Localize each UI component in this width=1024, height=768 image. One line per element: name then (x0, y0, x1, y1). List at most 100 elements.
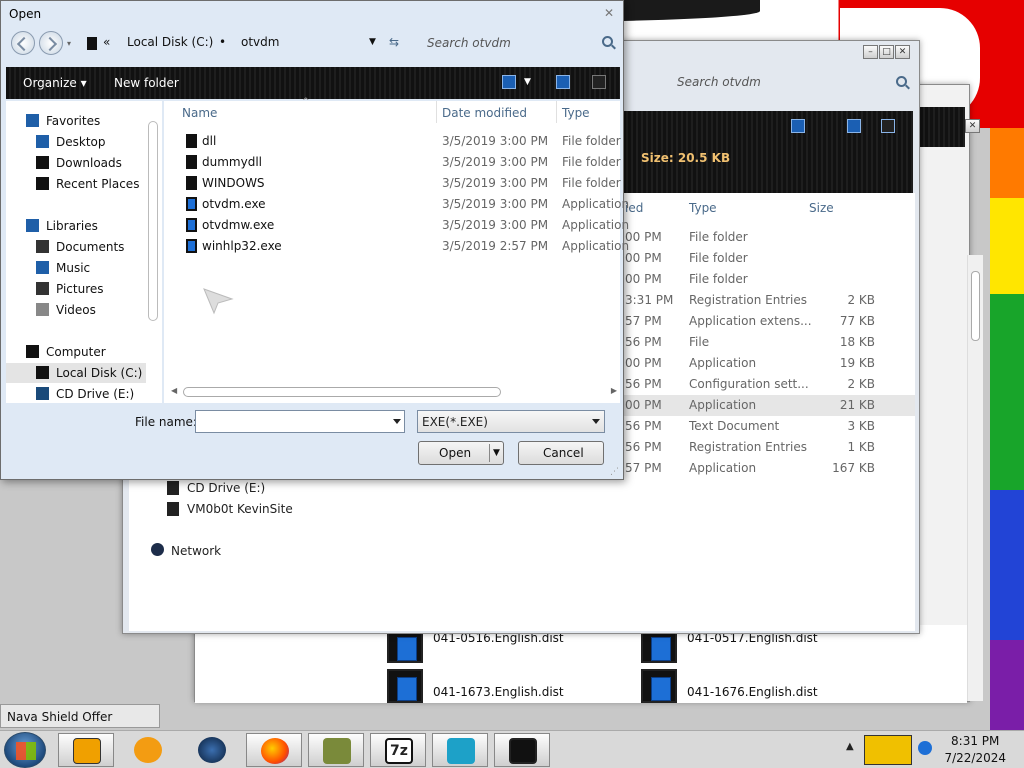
change-view-icon[interactable] (502, 75, 516, 89)
address-bar[interactable]: « Local Disk (C:) • otvdm ▼ ⇆ (81, 31, 411, 55)
close-button[interactable]: ✕ (895, 45, 910, 59)
file-type-dropdown-icon[interactable] (592, 419, 600, 424)
start-button[interactable] (4, 732, 46, 768)
large-icons-area: 041-0516.English.dist 041-0517.English.d… (195, 625, 967, 703)
nav-item-downloads[interactable]: Downloads (6, 153, 146, 173)
nav-item-network[interactable]: Network (171, 544, 221, 558)
dist-item-label[interactable]: 041-1676.English.dist (687, 685, 818, 699)
view-icon[interactable] (791, 119, 805, 133)
horizontal-scrollbar[interactable]: ◀ ▶ (171, 385, 617, 399)
file-name-dropdown-icon[interactable] (393, 419, 401, 424)
dist-file-icon[interactable] (641, 629, 677, 663)
new-folder-button[interactable]: New folder (114, 76, 179, 90)
address-root-chevron[interactable]: « (103, 35, 110, 49)
column-divider[interactable] (436, 101, 437, 123)
scroll-right-icon[interactable]: ▶ (611, 386, 617, 395)
media-player-icon (134, 737, 162, 763)
maximize-button[interactable]: □ (879, 45, 894, 59)
taskbar-otvdm[interactable] (494, 733, 550, 767)
network-tray-icon[interactable] (918, 741, 932, 755)
help-icon[interactable] (592, 75, 606, 89)
organize-button[interactable]: Organize ▾ (23, 76, 87, 90)
application-icon (186, 239, 197, 253)
help-icon[interactable] (881, 119, 895, 133)
taskbar-nava[interactable] (432, 733, 488, 767)
dist-file-icon[interactable] (387, 669, 423, 703)
preview-pane-icon[interactable] (556, 75, 570, 89)
column-date[interactable]: Date modified (442, 106, 527, 120)
file-row[interactable]: dll 3/5/2019 3:00 PM File folder (164, 131, 621, 152)
nav-item-desktop[interactable]: Desktop (6, 132, 146, 152)
column-type[interactable]: Type (689, 201, 717, 215)
column-size[interactable]: Size (809, 201, 834, 215)
back-button[interactable] (11, 31, 35, 55)
minimize-button[interactable]: – (863, 45, 878, 59)
file-row[interactable]: WINDOWS 3/5/2019 3:00 PM File folder (164, 173, 621, 194)
nav-scrollbar[interactable] (147, 113, 159, 323)
nav-item-libraries[interactable]: Libraries (6, 216, 146, 236)
file-row[interactable]: winhlp32.exe 3/5/2019 2:57 PM Application (164, 236, 629, 257)
tray-overflow-icon[interactable]: ▲ (846, 741, 854, 752)
file-row[interactable]: otvdmw.exe 3/5/2019 3:00 PM Application (164, 215, 629, 236)
nav-item-cd-drive[interactable]: CD Drive (E:) (187, 481, 265, 495)
taskbar-tooltip: Nava Shield Offer (0, 704, 160, 728)
file-row[interactable]: dummydll 3/5/2019 3:00 PM File folder (164, 152, 621, 173)
open-button[interactable]: Open ▼ (418, 441, 504, 465)
history-chevron-icon[interactable]: ▾ (67, 39, 71, 48)
search-icon[interactable] (896, 76, 907, 87)
taskbar-bonzi[interactable] (308, 733, 364, 767)
row-time: 56 PM (625, 440, 662, 454)
scroll-thumb[interactable] (971, 271, 980, 341)
nav-scroll-thumb[interactable] (148, 121, 158, 321)
file-row[interactable]: otvdm.exe 3/5/2019 3:00 PM Application (164, 194, 629, 215)
tray-app-icon[interactable] (864, 735, 912, 765)
column-divider[interactable] (556, 101, 557, 123)
taskbar-explorer[interactable] (58, 733, 114, 767)
nav-item-computer[interactable]: Computer (6, 342, 146, 362)
address-separator[interactable]: • (219, 35, 226, 49)
open-options-dropdown-icon[interactable]: ▼ (493, 448, 500, 458)
column-type[interactable]: Type (562, 106, 590, 120)
nav-item-label: Documents (56, 240, 125, 254)
nav-item-cd-drive-e[interactable]: CD Drive (E:) (6, 384, 146, 404)
column-name[interactable]: Name (182, 106, 217, 120)
taskbar-media-player[interactable] (120, 733, 176, 767)
horizontal-scroll-thumb[interactable] (183, 387, 501, 397)
address-dropdown-icon[interactable]: ▼ (369, 37, 376, 47)
open-dialog[interactable]: Open ✕ ▾ « Local Disk (C:) • otvdm ▼ ⇆ S… (0, 0, 629, 480)
nav-item-local-disk-c[interactable]: Local Disk (C:) (6, 363, 146, 383)
nav-item-documents[interactable]: Documents (6, 237, 146, 257)
dist-file-icon[interactable] (641, 669, 677, 703)
taskbar-app-sphere[interactable] (184, 733, 240, 767)
refresh-icon[interactable]: ⇆ (389, 35, 399, 49)
scroll-left-icon[interactable]: ◀ (171, 386, 177, 395)
nav-item-recent-places[interactable]: Recent Places (6, 174, 146, 194)
dist-file-icon[interactable] (387, 629, 423, 663)
preview-pane-icon[interactable] (847, 119, 861, 133)
search-box[interactable]: Search otvdm (643, 71, 913, 95)
nav-item-pictures[interactable]: Pictures (6, 279, 146, 299)
nav-item-favorites[interactable]: Favorites (6, 111, 146, 131)
resize-grip-icon[interactable]: ⋰ (610, 467, 619, 477)
taskbar-7zip[interactable]: 7z (370, 733, 426, 767)
file-type-select[interactable]: EXE(*.EXE) (417, 410, 605, 433)
search-icon[interactable] (602, 36, 613, 47)
nav-item-videos[interactable]: Videos (6, 300, 146, 320)
nav-item-music[interactable]: Music (6, 258, 146, 278)
file-name: WINDOWS (202, 176, 265, 190)
view-dropdown-icon[interactable]: ▼ (524, 77, 531, 87)
close-button[interactable]: ✕ (601, 7, 617, 21)
vertical-scrollbar[interactable] (967, 255, 983, 701)
taskbar-firefox[interactable] (246, 733, 302, 767)
forward-button[interactable] (39, 31, 63, 55)
file-type: File folder (562, 134, 621, 148)
clock[interactable]: 8:31 PM 7/22/2024 (944, 733, 1006, 767)
nav-item-vm-drive[interactable]: VM0b0t KevinSite (187, 502, 293, 516)
cancel-button[interactable]: Cancel (518, 441, 604, 465)
address-folder[interactable]: otvdm (241, 35, 279, 49)
search-box[interactable]: Search otvdm (421, 31, 619, 55)
address-drive[interactable]: Local Disk (C:) (127, 35, 213, 49)
close-button[interactable]: ✕ (965, 119, 980, 133)
dist-item-label[interactable]: 041-1673.English.dist (433, 685, 564, 699)
file-name-input[interactable] (195, 410, 405, 433)
